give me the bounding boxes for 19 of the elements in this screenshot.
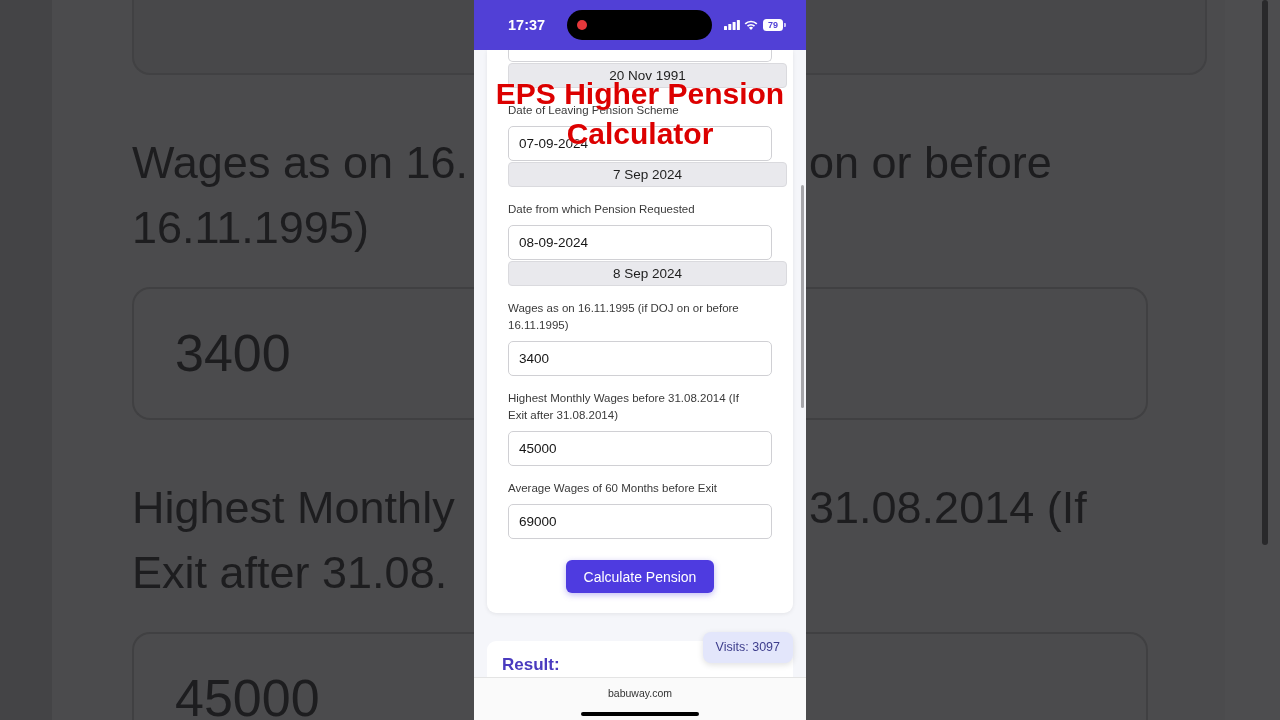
result-heading: Result: <box>502 655 560 675</box>
input-field[interactable]: 69000 <box>508 504 772 539</box>
signal-icon <box>724 20 741 30</box>
field-label: Wages as on 16.11.1995 (if DOJ on or before 16.11.1995) <box>508 301 740 333</box>
date-display: 8 Sep 2024 <box>508 261 787 286</box>
date-display: 7 Sep 2024 <box>508 162 787 187</box>
input-field[interactable]: 3400 <box>508 341 772 376</box>
wifi-icon <box>744 20 759 30</box>
status-time: 17:37 <box>508 17 546 33</box>
url-text[interactable]: babuway.com <box>608 687 672 700</box>
calculate-button[interactable]: Calculate Pension <box>565 560 715 593</box>
field-label: Highest Monthly Wages before 31.08.2014 (If Exit after 31.08.2014) <box>508 391 740 423</box>
field-label: Date from which Pension Requested <box>508 202 696 217</box>
battery-indicator: 79 <box>763 19 787 31</box>
input-field[interactable]: 45000 <box>508 431 772 466</box>
input-field[interactable] <box>508 50 772 62</box>
input-field[interactable]: 08-09-2024 <box>508 225 772 260</box>
field-label: Average Wages of 60 Months before Exit <box>508 481 719 496</box>
visits-counter: Visits: 3097 <box>702 632 793 663</box>
